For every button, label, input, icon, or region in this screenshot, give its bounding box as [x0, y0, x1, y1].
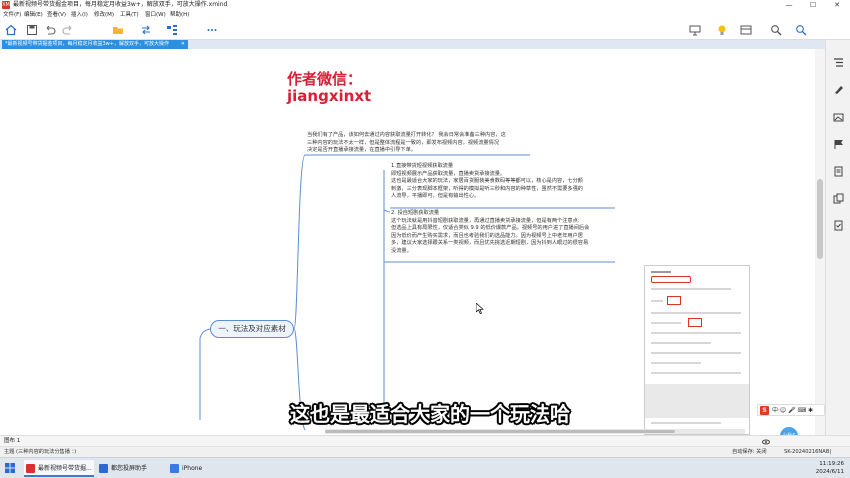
- right-side-panel: [825, 40, 850, 435]
- note-line: 决定是否开直播承接流量，在直播中引导下单。: [307, 147, 416, 154]
- vertical-scrollbar[interactable]: [815, 49, 825, 435]
- taskbar-item-xmind[interactable]: 最新视频号带货掘...: [24, 460, 94, 477]
- note-intro[interactable]: 当我们有了产品，该如何去通过内容获取流量打开转化？ 我会日常会准备三种内容，这 …: [307, 132, 506, 155]
- windows-taskbar: 最新视频号带货掘... 都您投屏助手 iPhone 11:19:26 2024/…: [0, 457, 850, 478]
- mirror-app-icon: [99, 464, 108, 473]
- note-line: 人流导，平播即可，但是有输出性心。: [391, 193, 480, 200]
- sogou-icon: S: [760, 406, 769, 415]
- status-bar: 主题 (三种内容的玩法分售播 ：) 自动保存: 关闭 SK-20240216NA…: [0, 446, 850, 457]
- video-subtitle: 这也是最适合大家的一个玩法哈: [290, 402, 570, 426]
- copy-icon[interactable]: [833, 193, 844, 204]
- phone-screenshot-image: [644, 265, 750, 435]
- note-point-1[interactable]: 1.直接带货短视频获取流量 即短视频展示产品获取流量，直播卖货承接流量。 这也是…: [391, 163, 583, 201]
- taskbar-item-iphone[interactable]: iPhone: [168, 460, 218, 477]
- format-icon[interactable]: [833, 84, 844, 95]
- note-line: 2. 投自短剧获取流量: [391, 210, 440, 216]
- clock-time: 11:19:26: [819, 461, 844, 467]
- note-line: 多，建议大家选择跟关系一类视频，而且优先挑选近期短剧，因为抖到人眼过的很容易: [391, 240, 589, 247]
- scrollbar-thumb[interactable]: [817, 179, 823, 259]
- view-icon[interactable]: [762, 438, 770, 446]
- windows-start-icon[interactable]: [5, 463, 15, 473]
- taskbar-item-mirror[interactable]: 都您投屏助手: [97, 460, 165, 477]
- xmind-icon: [26, 464, 35, 473]
- note-line: 这也是最适合大家的玩法，家居百货服装美食数码等等都可以，核心是内容，七分颜: [391, 178, 583, 185]
- note-line: 当我们有了产品，该如何去通过内容获取流量打开转化？ 我会日常会准备三种内容，这: [307, 132, 506, 138]
- watermark-line2: jiangxinxt: [287, 87, 372, 105]
- taskbar-label: 都您投屏助手: [111, 465, 148, 472]
- system-clock[interactable]: 11:19:26 2024/6/11: [816, 460, 844, 476]
- notes-icon[interactable]: [833, 166, 844, 177]
- note-line: 没流量。: [391, 247, 412, 254]
- note-line: 但选品上具有局限性，仅适合类似 9.9 的低价爆款产品，视频号的用户进了直播间后…: [391, 225, 590, 232]
- sheet-bar: 图布 1: [0, 435, 850, 446]
- note-point-2[interactable]: 2. 投自短剧获取流量 这个玩法就是用抖音短剧获取流量，再通过直播卖货承接流量，…: [391, 210, 589, 256]
- input-method-bar[interactable]: S 中·☺ 🎤 ⌨ ✱: [757, 404, 825, 416]
- clock-date: 2024/6/11: [815, 469, 844, 475]
- mouse-cursor-icon: [476, 303, 484, 314]
- horizontal-scrollbar[interactable]: [325, 429, 745, 434]
- image-icon[interactable]: [833, 112, 844, 123]
- taskbar-label: 最新视频号带货掘...: [38, 465, 92, 472]
- task-icon[interactable]: [833, 220, 844, 231]
- topic-gameplay-materials[interactable]: 一、玩法及对应素材: [210, 320, 294, 338]
- watermark-line1: 作者微信：: [287, 70, 363, 88]
- flag-icon[interactable]: [833, 139, 844, 150]
- outline-icon[interactable]: [833, 57, 844, 68]
- note-line: 1.直接带货短视频获取流量: [391, 163, 454, 169]
- taskbar-label: iPhone: [182, 465, 203, 472]
- scrollbar-thumb[interactable]: [325, 430, 675, 433]
- ime-tools[interactable]: 中·☺ 🎤 ⌨ ✱: [772, 406, 813, 416]
- iphone-icon: [170, 464, 179, 473]
